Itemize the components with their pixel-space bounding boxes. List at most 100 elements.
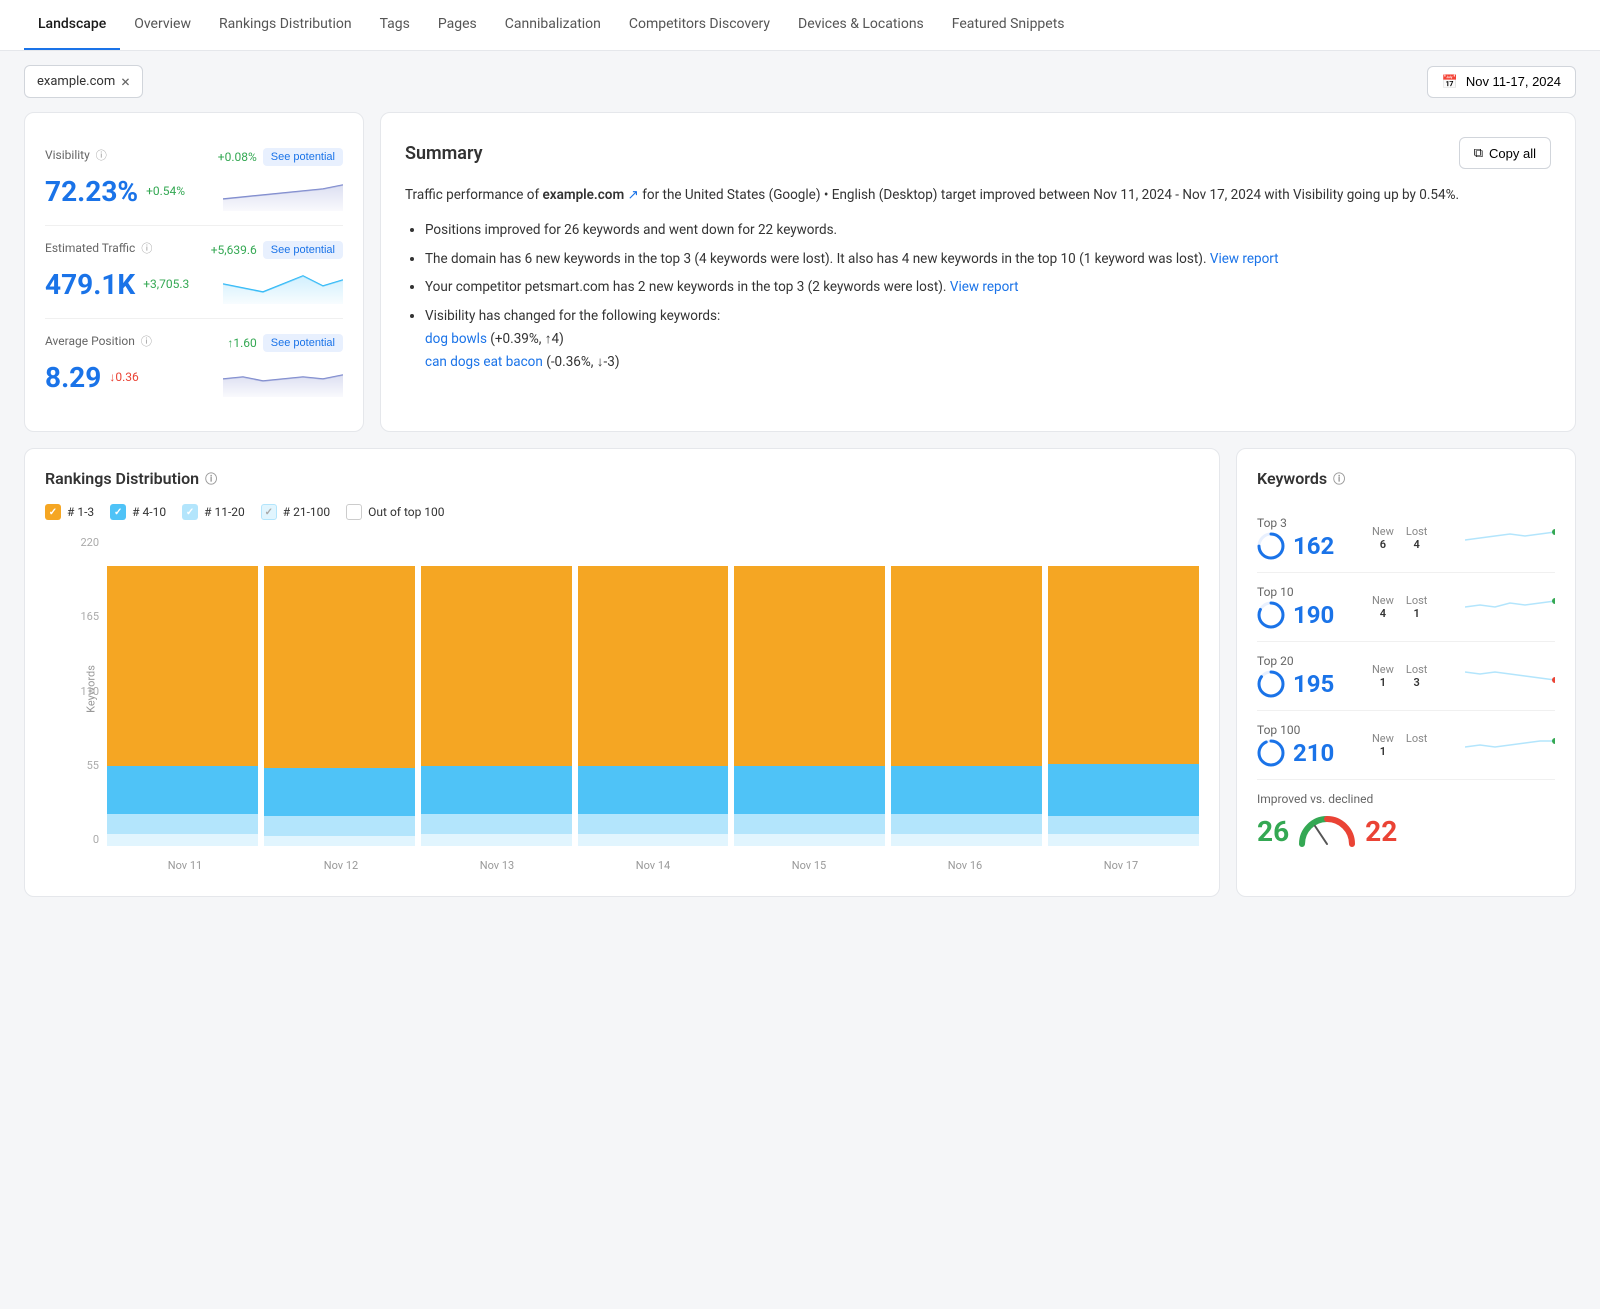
bar-nov11 xyxy=(107,536,258,846)
legend-check-1-3: ✓ xyxy=(45,504,61,520)
keywords-info-icon[interactable]: ⓘ xyxy=(1333,470,1345,487)
nav-item-landscape[interactable]: Landscape xyxy=(24,0,120,50)
bar-seg-blue xyxy=(264,768,415,816)
rankings-info-icon[interactable]: ⓘ xyxy=(205,470,217,487)
y-label-0: 0 xyxy=(93,833,99,846)
bar-nov17 xyxy=(1048,536,1199,846)
kw-number-top10: 190 xyxy=(1293,601,1334,629)
bar-nov14 xyxy=(578,536,729,846)
copy-all-button[interactable]: ⧉ Copy all xyxy=(1459,137,1551,169)
bar-seg-yellow xyxy=(891,566,1042,766)
traffic-change: +3,705.3 xyxy=(143,277,189,291)
summary-list: Positions improved for 26 keywords and w… xyxy=(405,219,1543,375)
nav-item-devices[interactable]: Devices & Locations xyxy=(784,0,938,50)
kw-number-top100: 210 xyxy=(1293,739,1334,767)
bar-seg-yellow xyxy=(578,566,729,766)
y-label-110: 110 xyxy=(80,685,99,698)
traffic-see-potential[interactable]: See potential xyxy=(263,241,343,259)
nav-item-cannibalization[interactable]: Cannibalization xyxy=(491,0,615,50)
kw-lost-val-top10: 1 xyxy=(1413,607,1419,620)
kw-lost-top100: Lost xyxy=(1406,732,1427,758)
nav-item-competitors[interactable]: Competitors Discovery xyxy=(615,0,784,50)
nav-item-overview[interactable]: Overview xyxy=(120,0,205,50)
view-report-link-2[interactable]: View report xyxy=(950,279,1019,295)
bar-nov15 xyxy=(734,536,885,846)
bar-seg-lightblue xyxy=(1048,816,1199,834)
summary-header: Summary ⧉ Copy all xyxy=(405,137,1551,169)
view-report-link-1[interactable]: View report xyxy=(1210,251,1279,267)
x-label-nov11: Nov 11 xyxy=(107,859,263,872)
kw-row-top10: Top 10 190 New 4 Lost xyxy=(1257,573,1555,642)
nav-item-rankings[interactable]: Rankings Distribution xyxy=(205,0,366,50)
kw-stats-top3: New 6 Lost 4 xyxy=(1372,525,1427,551)
date-range-button[interactable]: 📅 Nov 11-17, 2024 xyxy=(1427,66,1576,98)
legend-item-1-3[interactable]: ✓ # 1-3 xyxy=(45,504,94,520)
bar-seg-yellow xyxy=(421,566,572,766)
bar-nov12 xyxy=(264,536,415,846)
nav-item-tags[interactable]: Tags xyxy=(366,0,424,50)
checkmark-icon: ✓ xyxy=(114,507,122,518)
bar-seg-yellow xyxy=(1048,566,1199,764)
bar-seg-paleblue xyxy=(421,834,572,846)
bar-seg-yellow xyxy=(107,566,258,766)
x-labels: Nov 11 Nov 12 Nov 13 Nov 14 Nov 15 Nov 1… xyxy=(107,859,1199,872)
kw-circle-top20 xyxy=(1257,670,1285,698)
visibility-see-potential[interactable]: See potential xyxy=(263,148,343,166)
domain-external-link[interactable]: ↗ xyxy=(628,187,639,203)
improved-value: 26 xyxy=(1257,815,1289,848)
kw-left-top3: Top 3 162 xyxy=(1257,516,1334,560)
x-label-nov17: Nov 17 xyxy=(1043,859,1199,872)
keyword-change-1-val: (+0.39%, ↑4) xyxy=(490,331,564,347)
kw-left-top100: Top 100 210 xyxy=(1257,723,1334,767)
legend-item-4-10[interactable]: ✓ # 4-10 xyxy=(110,504,166,520)
kw-lost-label-top100: Lost xyxy=(1406,732,1427,745)
traffic-section: Estimated Traffic ⓘ +5,639.6 See potenti… xyxy=(45,226,343,319)
bar-seg-yellow xyxy=(264,566,415,768)
legend-item-21-100[interactable]: ✓ # 21-100 xyxy=(261,504,330,520)
kw-value-row-top3: 162 xyxy=(1257,532,1334,560)
kw-new-label-top100: New xyxy=(1372,732,1394,745)
calendar-icon: 📅 xyxy=(1442,74,1458,90)
kw-lost-top3: Lost 4 xyxy=(1406,525,1427,551)
domain-label: example.com xyxy=(37,74,115,89)
kw-stats-top10: New 4 Lost 1 xyxy=(1372,594,1427,620)
bar-nov13 xyxy=(421,536,572,846)
improved-label: Improved vs. declined xyxy=(1257,792,1373,806)
position-see-potential[interactable]: See potential xyxy=(263,334,343,352)
position-info-icon[interactable]: ⓘ xyxy=(141,333,152,349)
bar-nov16 xyxy=(891,536,1042,846)
kw-new-val-top10: 4 xyxy=(1380,607,1386,620)
kw-new-label-top3: New xyxy=(1372,525,1394,538)
bar-seg-lightblue xyxy=(421,814,572,834)
kw-label-top3: Top 3 xyxy=(1257,516,1334,530)
bar-seg-blue xyxy=(734,766,885,814)
visibility-info-icon[interactable]: ⓘ xyxy=(96,147,107,163)
navigation: Landscape Overview Rankings Distribution… xyxy=(0,0,1600,51)
traffic-info-icon[interactable]: ⓘ xyxy=(141,240,152,256)
bar-seg-lightblue xyxy=(734,814,885,834)
keyword-change-2: can dogs eat bacon xyxy=(425,354,543,370)
list-item: Your competitor petsmart.com has 2 new k… xyxy=(425,276,1543,299)
improved-values: 26 22 xyxy=(1257,814,1397,848)
summary-card: Summary ⧉ Copy all Traffic performance o… xyxy=(380,112,1576,432)
domain-filter[interactable]: example.com × xyxy=(24,65,143,98)
nav-item-pages[interactable]: Pages xyxy=(424,0,491,50)
declined-value: 22 xyxy=(1365,815,1397,848)
close-icon[interactable]: × xyxy=(121,72,130,91)
kw-new-label-top10: New xyxy=(1372,594,1394,607)
chart-wrapper: Keywords 220 165 110 55 0 xyxy=(45,536,1199,876)
kw-lost-top20: Lost 3 xyxy=(1406,663,1427,689)
nav-item-snippets[interactable]: Featured Snippets xyxy=(938,0,1079,50)
summary-domain: example.com xyxy=(543,187,625,203)
legend-item-out-100[interactable]: Out of top 100 xyxy=(346,504,444,520)
kw-label-top100: Top 100 xyxy=(1257,723,1334,737)
kw-row-top3: Top 3 162 New 6 Lost xyxy=(1257,504,1555,573)
metrics-card: Visibility ⓘ +0.08% See potential 72.23%… xyxy=(24,112,364,432)
kw-lost-val-top3: 4 xyxy=(1413,538,1419,551)
bar-seg-paleblue xyxy=(264,836,415,846)
legend-item-11-20[interactable]: ✓ # 11-20 xyxy=(182,504,245,520)
keyword-change-1: dog bowls xyxy=(425,331,487,347)
bar-seg-blue xyxy=(578,766,729,814)
kw-lost-val-top20: 3 xyxy=(1413,676,1419,689)
position-section: Average Position ⓘ ↑1.60 See potential 8… xyxy=(45,319,343,411)
